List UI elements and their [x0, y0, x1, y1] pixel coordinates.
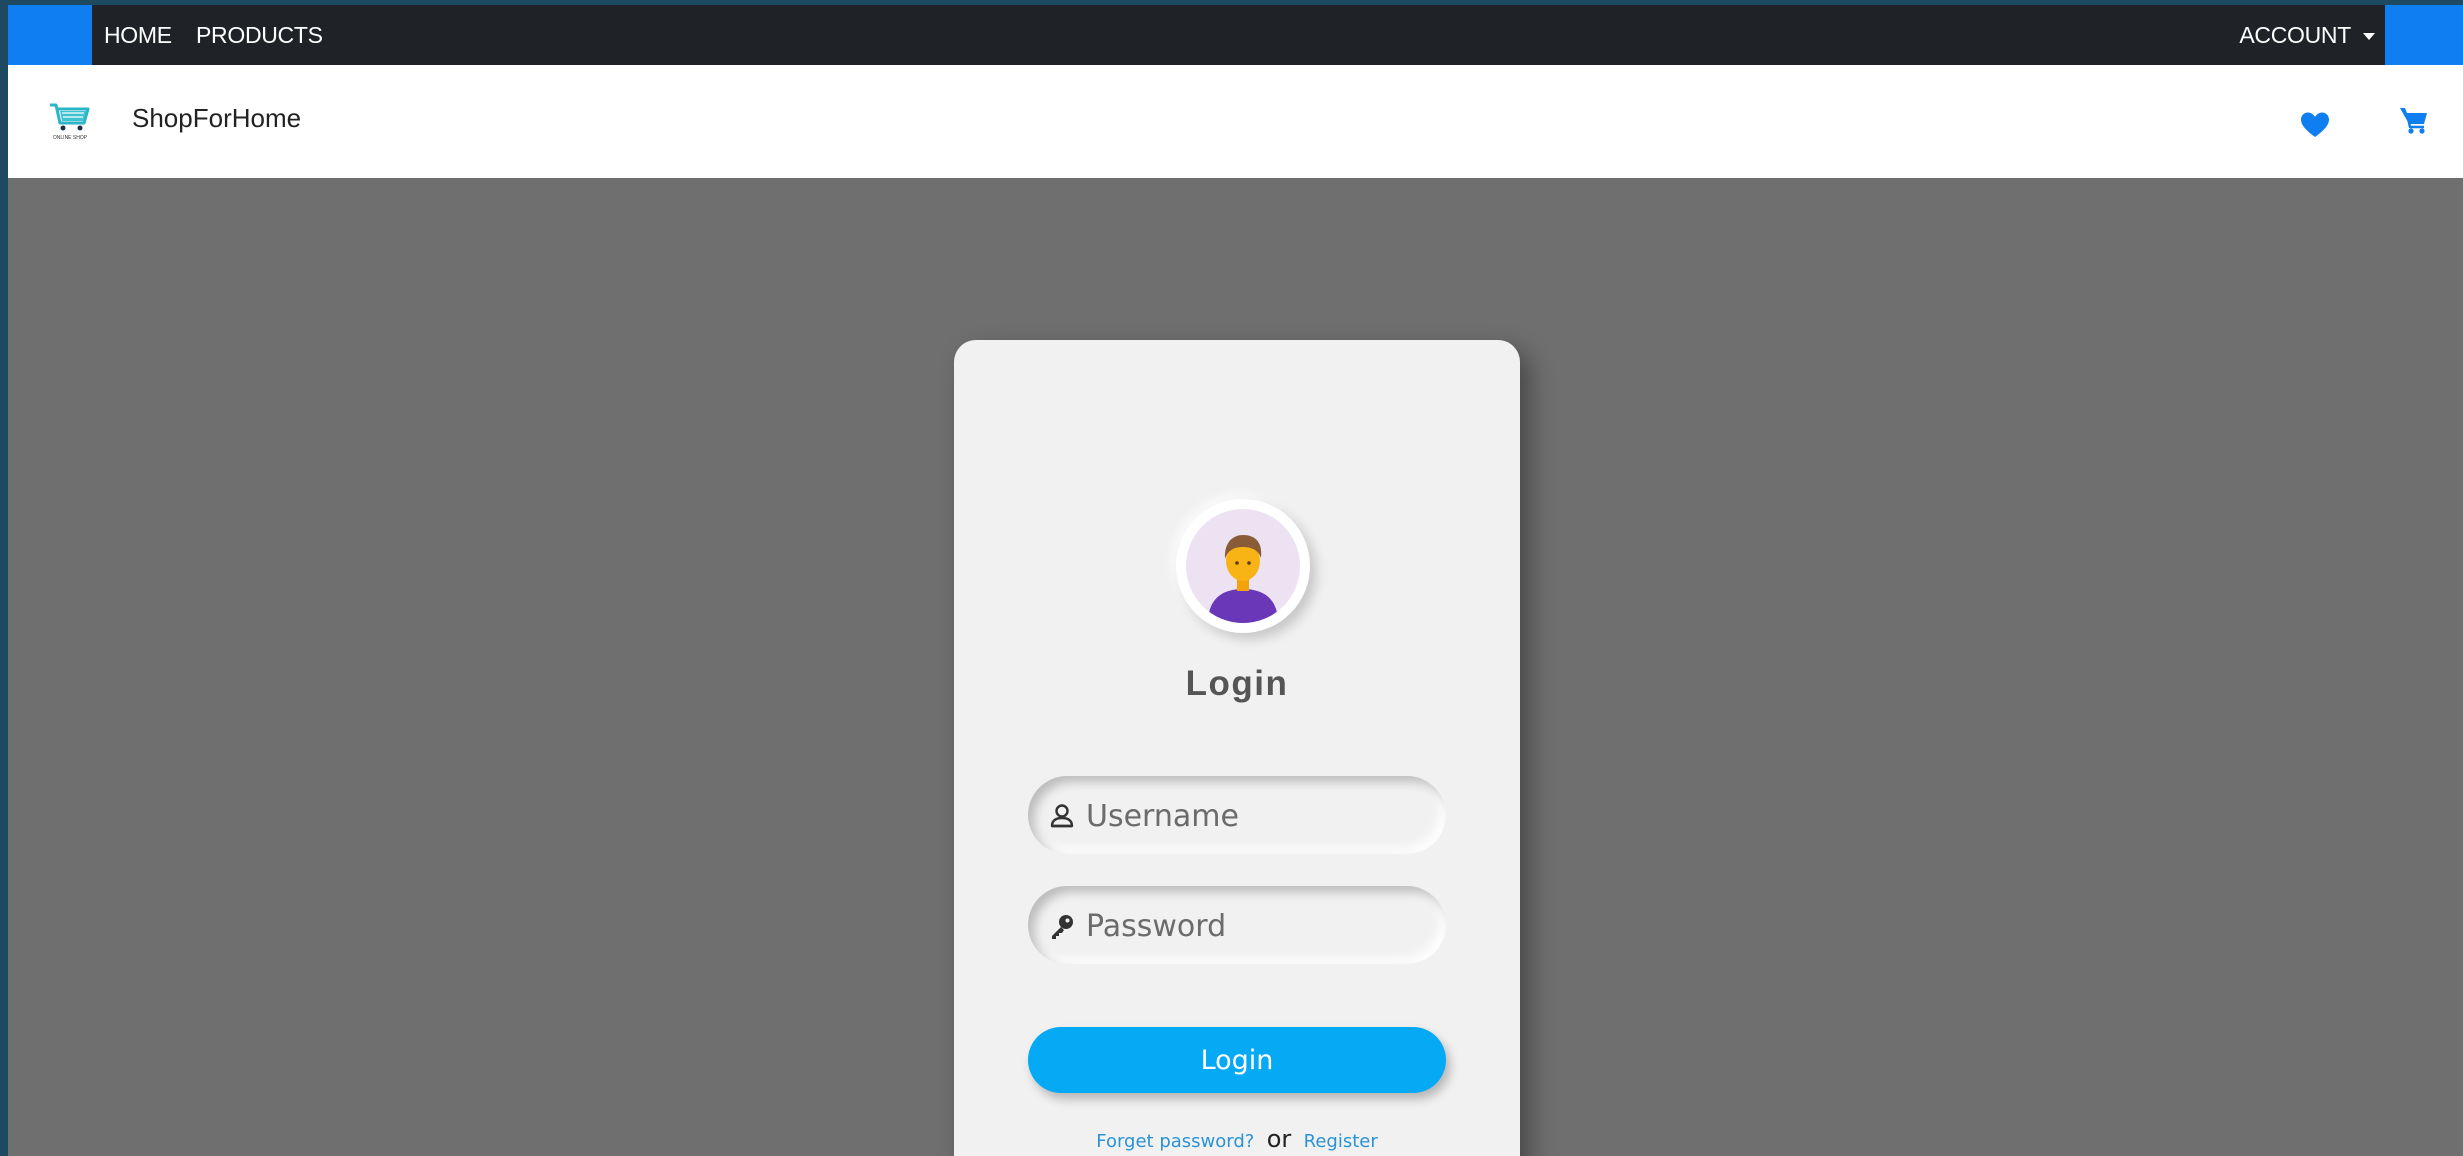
app-window: HOME PRODUCTS ACCOUNT ONLINE SHOP ShopFo… — [8, 5, 2463, 1156]
account-dropdown-label: ACCOUNT — [2239, 22, 2351, 48]
register-link[interactable]: Register — [1304, 1131, 1378, 1152]
caret-down-icon — [2363, 32, 2375, 40]
login-title: Login — [1185, 664, 1289, 703]
navbar-accent-right — [2385, 5, 2463, 65]
password-input[interactable] — [1084, 886, 1428, 966]
user-avatar-icon — [1208, 535, 1278, 623]
brand-bar: ONLINE SHOP ShopForHome — [8, 65, 2463, 178]
brand-name[interactable]: ShopForHome — [132, 103, 301, 134]
modal-overlay: Login Login Forget password — [8, 178, 2463, 1156]
nav-home-link[interactable]: HOME — [104, 5, 172, 65]
cart-icon[interactable] — [2399, 105, 2429, 135]
logo-text: ONLINE SHOP — [53, 135, 88, 141]
user-icon — [1050, 804, 1074, 828]
key-icon — [1052, 915, 1073, 939]
avatar — [1176, 499, 1310, 633]
heart-icon[interactable] — [2300, 111, 2330, 139]
login-button[interactable]: Login — [1028, 1027, 1446, 1093]
shop-cart-logo-icon[interactable]: ONLINE SHOP — [46, 99, 94, 143]
account-dropdown[interactable]: ACCOUNT — [2239, 5, 2375, 65]
auth-links: Forget password? or Register — [954, 1125, 1520, 1153]
username-input[interactable] — [1084, 776, 1428, 856]
password-field[interactable] — [1028, 886, 1446, 966]
login-card: Login Login Forget password — [954, 340, 1520, 1156]
top-navbar: HOME PRODUCTS ACCOUNT — [8, 5, 2463, 65]
or-text: or — [1266, 1125, 1292, 1153]
username-field[interactable] — [1028, 776, 1446, 856]
navbar-accent-left — [8, 5, 92, 65]
avatar-inner — [1186, 509, 1300, 623]
nav-products-link[interactable]: PRODUCTS — [196, 5, 323, 65]
forgot-password-link[interactable]: Forget password? — [1096, 1131, 1254, 1152]
